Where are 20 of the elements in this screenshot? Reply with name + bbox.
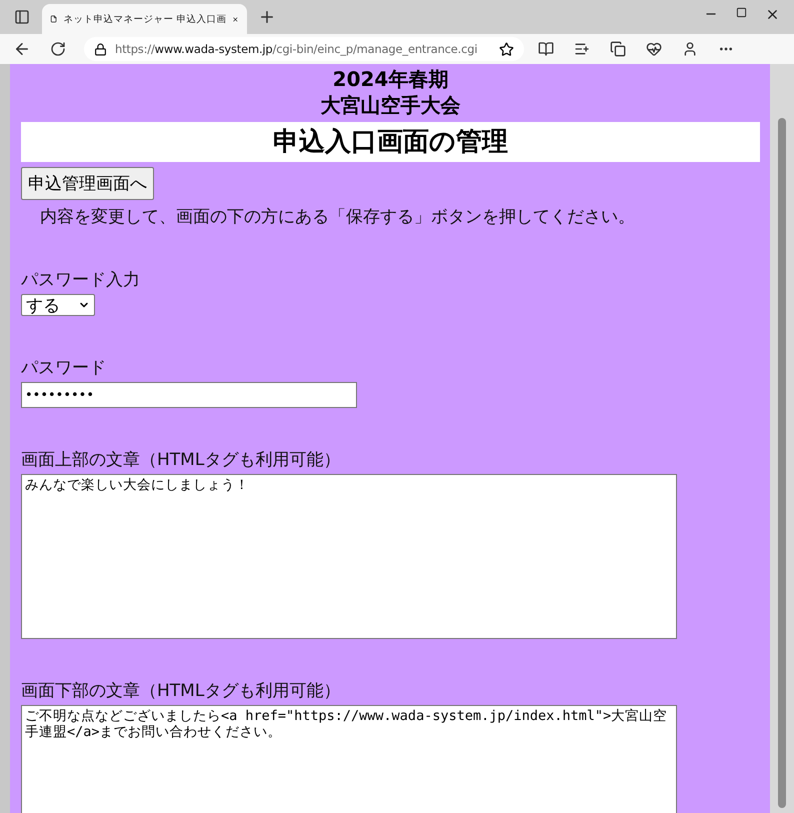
back-button[interactable]: 申込管理画面へ: [21, 167, 154, 200]
event-year: 2024年春期: [332, 66, 450, 92]
text-area[interactable]: みんなで楽しい大会にしましょう！: [21, 474, 677, 639]
text-area[interactable]: ご不明な点などございましたら<a href="https://www.wada-system.jp/index.html">大宮山空手連盟</a>までお問い合わせください。: [21, 705, 677, 813]
field-label: パスワード: [21, 357, 107, 380]
dropdown[interactable]: する: [21, 294, 95, 316]
browser-tab[interactable]: ネット申込マネージャー 申込入口画: [42, 4, 247, 34]
password-field[interactable]: •••••••••: [21, 382, 357, 408]
page-heading: 申込入口画面の管理: [21, 122, 760, 162]
event-name: 大宮山空手大会: [320, 92, 462, 118]
lock-icon: [94, 42, 107, 56]
field-label: 画面下部の文章（HTMLタグも利用可能）: [21, 680, 342, 703]
maximize-icon[interactable]: [736, 6, 747, 18]
scrollbar[interactable]: [770, 64, 794, 813]
url-text: https://www.wada-system.jp/cgi-bin/einc_p/manage_entrance.cgi: [115, 42, 478, 56]
address-bar[interactable]: https://www.wada-system.jp/cgi-bin/einc_p/manage_entrance.cgi: [84, 37, 524, 61]
instruction-text: 内容を変更して、画面の下の方にある「保存する」ボタンを押してください。: [40, 206, 636, 229]
field-label: 画面上部の文章（HTMLタグも利用可能）: [21, 449, 342, 472]
star-icon[interactable]: [499, 42, 514, 56]
field-label: パスワード入力: [21, 269, 141, 292]
